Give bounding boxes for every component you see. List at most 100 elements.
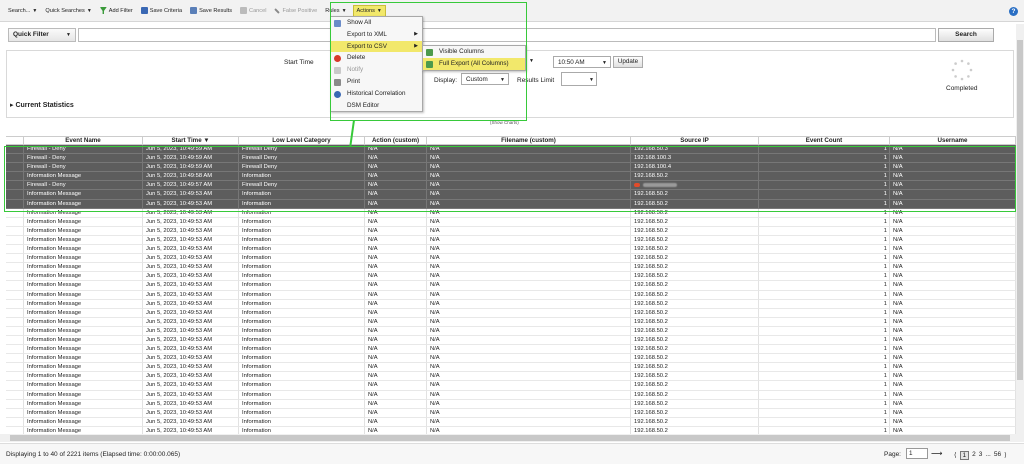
row-select-cell[interactable] [6,145,24,155]
row-select-cell[interactable] [6,290,24,300]
table-row[interactable]: Information Message Jun 5, 2023, 10:49:58… [6,172,1016,182]
menu-item-notify[interactable]: Notify [331,64,422,76]
save-criteria-button[interactable]: Save Criteria [140,7,182,14]
row-select-cell[interactable] [6,281,24,291]
row-select-cell[interactable] [6,363,24,373]
menu-item-historical-correlation[interactable]: Historical Correlation [331,88,422,100]
row-select-cell[interactable] [6,326,24,336]
page-link[interactable]: 56 [994,451,1001,460]
row-select-cell[interactable] [6,217,24,227]
row-select-cell[interactable] [6,417,24,427]
menu-item-export-xml[interactable]: Export to XML ▶ [331,29,422,41]
table-row[interactable]: Information Message Jun 5, 2023, 10:49:53… [6,208,1016,218]
table-row[interactable]: Information Message Jun 5, 2023, 10:49:53… [6,354,1016,364]
quick-searches-menu[interactable]: Quick Searches ▼ [45,8,91,14]
actions-menu-button[interactable]: Actions ▼ [352,4,386,17]
current-statistics-toggle[interactable]: ▸ Current Statistics [10,101,74,109]
page-link[interactable]: 3 [979,451,983,460]
table-row[interactable]: Information Message Jun 5, 2023, 10:49:53… [6,254,1016,264]
table-row[interactable]: Firewall - Deny Jun 5, 2023, 10:49:59 AM F… [6,145,1016,155]
table-row[interactable]: Information Message Jun 5, 2023, 10:49:53… [6,299,1016,309]
header-event-count[interactable]: Event Count [759,137,890,144]
table-row[interactable]: Firewall - Deny Jun 5, 2023, 10:49:57 AM F… [6,181,1016,191]
menu-item-visible-columns[interactable]: Visible Columns [423,46,525,58]
cancel-button[interactable]: Cancel [240,7,266,14]
row-select-cell[interactable] [6,245,24,255]
row-select-cell[interactable] [6,235,24,246]
show-charts-link[interactable]: (Show Charts) [490,120,519,125]
go-arrow-icon[interactable]: ⟶ [931,449,942,458]
table-row[interactable]: Information Message Jun 5, 2023, 10:49:53… [6,335,1016,346]
row-select-cell[interactable] [6,408,24,418]
quick-filter-input[interactable] [78,28,936,42]
row-select-cell[interactable] [6,163,24,173]
prev-page-icon[interactable]: ⟨ [954,451,957,460]
row-select-cell[interactable] [6,308,24,318]
table-row[interactable]: Information Message Jun 5, 2023, 10:49:53… [6,345,1016,355]
header-filename[interactable]: Filename (custom) [427,137,631,144]
menu-item-print[interactable]: Print [331,76,422,88]
table-row[interactable]: Information Message Jun 5, 2023, 10:49:53… [6,281,1016,291]
add-filter-button[interactable]: Add Filter [99,7,133,14]
menu-item-dsm-editor[interactable]: DSM Editor [331,100,422,112]
table-row[interactable]: Information Message Jun 5, 2023, 10:49:53… [6,417,1016,427]
table-row[interactable]: Information Message Jun 5, 2023, 10:49:53… [6,381,1016,391]
row-select-cell[interactable] [6,354,24,364]
row-select-cell[interactable] [6,226,24,236]
row-select-cell[interactable] [6,172,24,182]
row-select-cell[interactable] [6,372,24,382]
table-row[interactable]: Firewall - Deny Jun 5, 2023, 10:49:59 AM F… [6,163,1016,173]
false-positive-button[interactable]: False Positive [274,8,317,14]
horizontal-scroll-thumb[interactable] [10,435,1010,441]
row-select-cell[interactable] [6,199,24,209]
table-row[interactable]: Information Message Jun 5, 2023, 10:49:53… [6,317,1016,327]
row-select-cell[interactable] [6,299,24,309]
header-low-level-category[interactable]: Low Level Category [239,137,365,144]
search-menu[interactable]: Search... ▼ [8,8,37,14]
row-select-cell[interactable] [6,254,24,264]
vertical-scroll-thumb[interactable] [1017,40,1023,380]
table-row[interactable]: Information Message Jun 5, 2023, 10:49:53… [6,372,1016,382]
table-row[interactable]: Information Message Jun 5, 2023, 10:49:53… [6,399,1016,409]
header-start-time[interactable]: Start Time ▼ [143,137,239,144]
row-select-cell[interactable] [6,399,24,409]
table-row[interactable]: Information Message Jun 5, 2023, 10:49:53… [6,199,1016,209]
menu-item-full-export[interactable]: Full Export (All Columns) [423,57,525,70]
row-select-cell[interactable] [6,190,24,200]
header-action[interactable]: Action (custom) [365,137,427,144]
table-row[interactable]: Information Message Jun 5, 2023, 10:49:53… [6,272,1016,282]
header-event-name[interactable]: Event Name [24,137,143,144]
table-row[interactable]: Information Message Jun 5, 2023, 10:49:53… [6,326,1016,336]
search-button[interactable]: Search [938,28,994,42]
row-select-cell[interactable] [6,335,24,346]
time-select[interactable]: 10:50 AM ▼ [553,56,611,68]
table-row[interactable]: Information Message Jun 5, 2023, 10:49:53… [6,390,1016,400]
row-select-cell[interactable] [6,272,24,282]
table-row[interactable]: Information Message Jun 5, 2023, 10:49:53… [6,308,1016,318]
row-select-cell[interactable] [6,208,24,218]
header-username[interactable]: Username [890,137,1016,144]
table-row[interactable]: Information Message Jun 5, 2023, 10:49:53… [6,235,1016,246]
page-input[interactable]: 1 [906,448,928,459]
header-source-ip[interactable]: Source IP [631,137,759,144]
update-button[interactable]: Update [613,56,643,68]
date-dropdown-icon[interactable]: ▼ [529,58,534,64]
vertical-scrollbar[interactable] [1016,24,1024,440]
row-select-cell[interactable] [6,381,24,391]
row-select-cell[interactable] [6,263,24,273]
table-row[interactable]: Information Message Jun 5, 2023, 10:49:53… [6,363,1016,373]
row-select-cell[interactable] [6,390,24,400]
row-select-cell[interactable] [6,181,24,191]
page-link[interactable]: 2 [972,451,976,460]
table-row[interactable]: Information Message Jun 5, 2023, 10:49:53… [6,290,1016,300]
page-link-current[interactable]: 1 [959,451,970,460]
table-row[interactable]: Information Message Jun 5, 2023, 10:49:53… [6,226,1016,236]
row-select-cell[interactable] [6,154,24,164]
row-select-cell[interactable] [6,317,24,327]
table-row[interactable]: Information Message Jun 5, 2023, 10:49:53… [6,263,1016,273]
quick-filter-select[interactable]: Quick Filter ▼ [8,28,76,42]
table-row[interactable]: Information Message Jun 5, 2023, 10:49:53… [6,217,1016,227]
menu-item-delete[interactable]: Delete [331,52,422,64]
menu-item-show-all[interactable]: Show All [331,17,422,29]
row-select-cell[interactable] [6,345,24,355]
